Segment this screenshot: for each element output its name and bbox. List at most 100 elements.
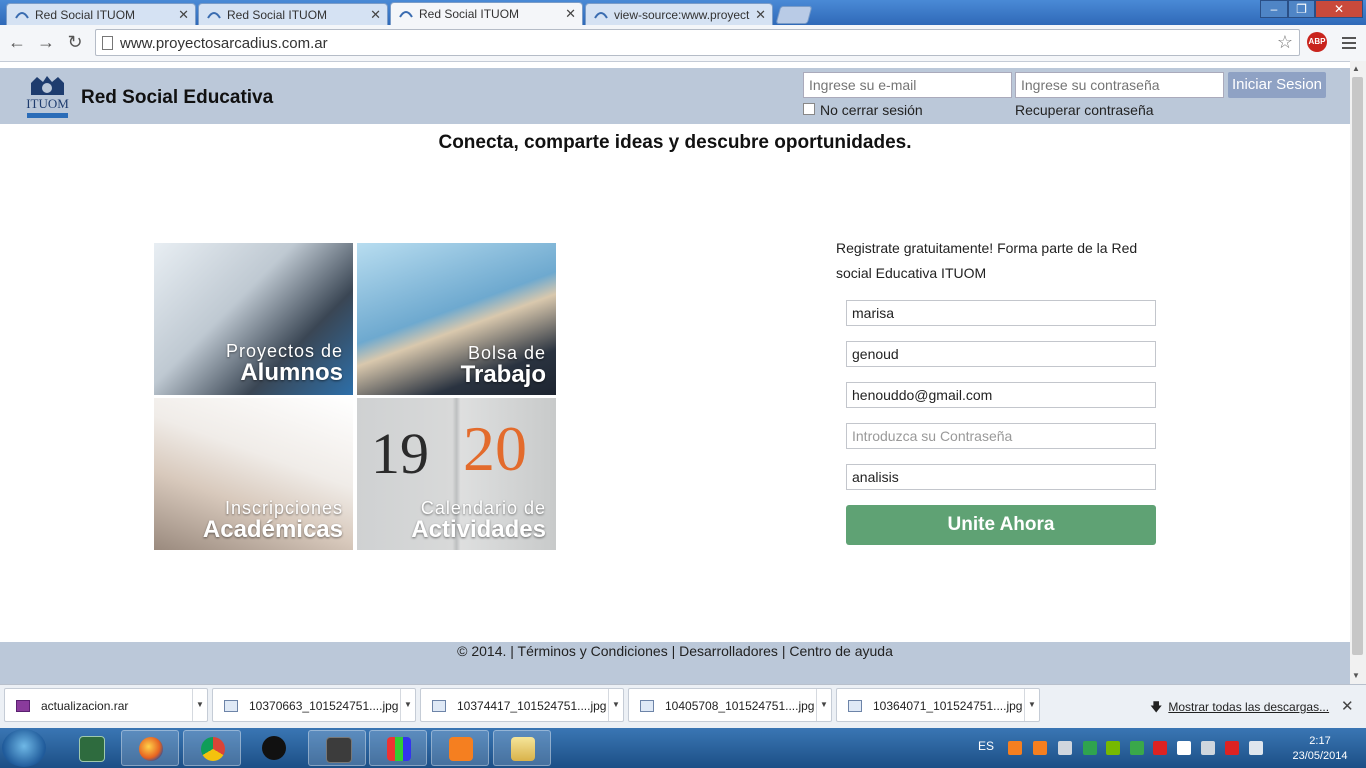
site-favicon-icon bbox=[15, 12, 29, 19]
login-password-input[interactable] bbox=[1015, 72, 1224, 98]
download-filename: 10374417_101524751....jpg bbox=[457, 699, 607, 713]
flag-icon[interactable] bbox=[1177, 741, 1191, 755]
browser-tab-3-active[interactable]: Red Social ITUOM ✕ bbox=[390, 2, 583, 25]
taskbar-app-xampp[interactable] bbox=[431, 730, 489, 766]
sublime-text-icon bbox=[326, 737, 352, 763]
browser-tab-4[interactable]: view-source:www.proyect ✕ bbox=[585, 3, 773, 25]
scroll-down-icon[interactable]: ▼ bbox=[1352, 671, 1360, 680]
brand-title: Red Social Educativa bbox=[81, 87, 274, 108]
login-email-input[interactable] bbox=[803, 72, 1012, 98]
start-button[interactable] bbox=[2, 729, 46, 767]
network-error-icon[interactable] bbox=[1058, 741, 1072, 755]
terminal-icon bbox=[79, 736, 105, 762]
download-filename: 10405708_101524751....jpg bbox=[665, 699, 815, 713]
browser-tab-1[interactable]: Red Social ITUOM ✕ bbox=[6, 3, 196, 25]
register-intro: Registrate gratuitamente! Forma parte de… bbox=[836, 240, 1138, 281]
checkbox-box[interactable] bbox=[803, 103, 815, 115]
chevron-down-icon[interactable]: ▼ bbox=[816, 689, 831, 721]
archive-file-icon bbox=[16, 700, 30, 712]
download-item[interactable]: 10370663_101524751....jpg ▼ bbox=[212, 688, 416, 722]
folder-icon bbox=[511, 737, 535, 761]
logo-text: ITUOM bbox=[26, 96, 69, 111]
tile-academic-enrollment[interactable]: Inscripciones Académicas bbox=[154, 398, 353, 550]
tile-student-projects[interactable]: Proyectos de Alumnos bbox=[154, 243, 353, 395]
taskbar-app-sublime[interactable] bbox=[308, 730, 366, 766]
show-all-downloads[interactable]: 🡇 Mostrar todas las descargas... bbox=[1150, 698, 1329, 719]
download-arrow-icon: 🡇 bbox=[1150, 700, 1163, 714]
tab-close-icon[interactable]: ✕ bbox=[370, 7, 381, 23]
new-tab-button[interactable] bbox=[775, 6, 813, 24]
calendar-number-19: 19 bbox=[371, 421, 429, 486]
email-field[interactable]: henouddo@gmail.com bbox=[846, 382, 1156, 408]
taskbar-app-terminal[interactable] bbox=[62, 730, 120, 766]
download-filename: actualizacion.rar bbox=[41, 699, 129, 713]
forward-arrow-icon[interactable]: → bbox=[35, 31, 57, 53]
career-field[interactable]: analisis bbox=[846, 464, 1156, 490]
download-item[interactable]: 10364071_101524751....jpg ▼ bbox=[836, 688, 1040, 722]
xampp-tray-icon[interactable] bbox=[1033, 741, 1047, 755]
login-button[interactable]: Iniciar Sesion bbox=[1228, 72, 1326, 98]
taskbar-app-spider[interactable] bbox=[245, 730, 303, 766]
system-clock[interactable]: 2:17 23/05/2014 bbox=[1290, 734, 1350, 764]
browser-menu-icon[interactable] bbox=[1342, 34, 1356, 52]
ituom-logo: ITUOM bbox=[26, 76, 69, 118]
download-item[interactable]: actualizacion.rar ▼ bbox=[4, 688, 208, 722]
maximize-button[interactable]: ❐ bbox=[1288, 0, 1315, 18]
xampp-icon bbox=[449, 737, 473, 761]
close-window-button[interactable]: ✕ bbox=[1315, 0, 1363, 18]
scrollbar-thumb[interactable] bbox=[1352, 77, 1363, 655]
chevron-down-icon[interactable]: ▼ bbox=[192, 689, 207, 721]
tile-job-board[interactable]: Bolsa de Trabajo bbox=[357, 243, 556, 395]
download-item[interactable]: 10374417_101524751....jpg ▼ bbox=[420, 688, 624, 722]
nvidia-icon[interactable] bbox=[1106, 741, 1120, 755]
address-bar[interactable]: www.proyectosarcadius.com.ar ☆ bbox=[95, 29, 1300, 56]
browser-tab-2[interactable]: Red Social ITUOM ✕ bbox=[198, 3, 388, 25]
first-name-field[interactable]: marisa bbox=[846, 300, 1156, 326]
recover-password-link[interactable]: Recuperar contraseña bbox=[1015, 102, 1154, 118]
remember-me-checkbox[interactable]: No cerrar sesión bbox=[803, 102, 923, 118]
site-favicon-icon bbox=[207, 12, 221, 19]
tab-close-icon[interactable]: ✕ bbox=[755, 7, 766, 23]
taskbar-app-explorer[interactable] bbox=[493, 730, 551, 766]
image-file-icon bbox=[848, 700, 862, 712]
tab-close-icon[interactable]: ✕ bbox=[178, 7, 189, 23]
tile-line2: Alumnos bbox=[240, 359, 343, 386]
chevron-down-icon[interactable]: ▼ bbox=[400, 689, 415, 721]
bookmark-star-icon[interactable]: ☆ bbox=[1277, 32, 1293, 53]
site-favicon-icon bbox=[399, 11, 413, 18]
close-downloads-icon[interactable]: ✕ bbox=[1341, 697, 1354, 715]
taskbar-app-firefox[interactable] bbox=[121, 730, 179, 766]
download-item[interactable]: 10405708_101524751....jpg ▼ bbox=[628, 688, 832, 722]
device-icon[interactable] bbox=[1201, 741, 1215, 755]
show-all-downloads-link[interactable]: Mostrar todas las descargas... bbox=[1168, 700, 1329, 714]
last-name-field[interactable]: genoud bbox=[846, 341, 1156, 367]
tab-close-icon[interactable]: ✕ bbox=[565, 6, 576, 22]
chevron-down-icon[interactable]: ▼ bbox=[608, 689, 623, 721]
page-icon bbox=[102, 36, 113, 50]
language-indicator[interactable]: ES bbox=[978, 739, 994, 753]
chevron-down-icon[interactable]: ▼ bbox=[1024, 689, 1039, 721]
antivirus-icon[interactable] bbox=[1153, 741, 1167, 755]
dropbox-icon[interactable] bbox=[1083, 741, 1097, 755]
calendar-number-20: 20 bbox=[463, 413, 527, 484]
scroll-up-icon[interactable]: ▲ bbox=[1352, 64, 1360, 73]
tile-line2: Actividades bbox=[411, 516, 546, 543]
back-arrow-icon[interactable]: ← bbox=[6, 31, 28, 53]
image-file-icon bbox=[640, 700, 654, 712]
taskbar-app-color-cop[interactable] bbox=[369, 730, 427, 766]
taskbar-app-chrome[interactable] bbox=[183, 730, 241, 766]
download-filename: 10364071_101524751....jpg bbox=[873, 699, 1023, 713]
remember-me-label: No cerrar sesión bbox=[820, 102, 923, 118]
password-field[interactable]: Introduzca su Contraseña bbox=[846, 423, 1156, 449]
tile-activity-calendar[interactable]: 19 20 Calendario de Actividades bbox=[357, 398, 556, 550]
volume-icon[interactable] bbox=[1249, 741, 1263, 755]
site-favicon-icon bbox=[594, 12, 608, 19]
adblock-icon[interactable]: ABP bbox=[1307, 32, 1327, 52]
join-now-button[interactable]: Unite Ahora bbox=[846, 505, 1156, 545]
signal-icon[interactable] bbox=[1225, 741, 1239, 755]
security-icon[interactable] bbox=[1130, 741, 1144, 755]
footer-links[interactable]: © 2014. | Términos y Condiciones | Desar… bbox=[0, 643, 1350, 659]
reload-icon[interactable]: ↻ bbox=[64, 31, 86, 53]
xampp-tray-icon[interactable] bbox=[1008, 741, 1022, 755]
minimize-button[interactable]: – bbox=[1260, 0, 1288, 18]
